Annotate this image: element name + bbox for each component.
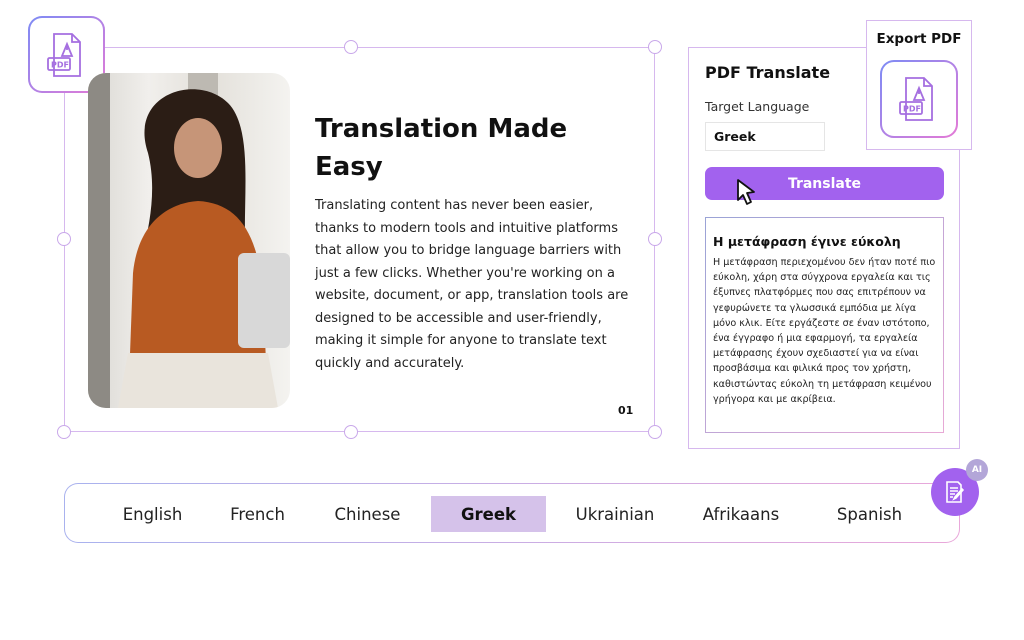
translate-button-label: Translate [787, 175, 862, 192]
slide-title: Translation Made Easy [315, 114, 568, 182]
resize-handle-bottom-right[interactable] [648, 425, 662, 439]
pdf-file-icon: PDF [899, 77, 933, 121]
translation-result-box: Η μετάφραση έγινε εύκολη Η μετάφραση περ… [705, 217, 944, 433]
page-number: 01 [618, 404, 634, 417]
ai-badge: AI [966, 459, 988, 481]
resize-handle-bottom-left[interactable] [57, 425, 71, 439]
export-pdf-card[interactable]: Export PDF PDF [866, 20, 972, 150]
language-option-chinese[interactable]: Chinese [320, 496, 415, 532]
woman-with-laptop-photo [88, 73, 290, 408]
language-option-spanish[interactable]: Spanish [817, 496, 922, 532]
mouse-cursor-icon [737, 179, 755, 205]
language-option-french[interactable]: French [215, 496, 300, 532]
target-language-input[interactable]: Greek [705, 122, 825, 151]
svg-text:PDF: PDF [51, 60, 69, 69]
result-title: Η μετάφραση έγινε εύκολη [713, 234, 901, 249]
target-language-label: Target Language [705, 99, 810, 114]
svg-text:PDF: PDF [903, 105, 921, 114]
language-option-english[interactable]: English [105, 496, 200, 532]
resize-handle-top-right[interactable] [648, 40, 662, 54]
panel-title: PDF Translate [705, 63, 831, 82]
resize-handle-right[interactable] [648, 232, 662, 246]
resize-handle-left[interactable] [57, 232, 71, 246]
slide-body-text: Translating content has never been easie… [315, 198, 629, 371]
export-pdf-label: Export PDF [876, 31, 962, 47]
result-body: Η μετάφραση περιεχομένου δεν ήταν ποτέ π… [713, 257, 936, 405]
language-selector-bar: English French Chinese Greek Ukrainian A… [64, 483, 960, 543]
language-option-afrikaans[interactable]: Afrikaans [687, 496, 795, 532]
resize-handle-top[interactable] [344, 40, 358, 54]
document-edit-icon [946, 481, 965, 503]
language-option-ukrainian[interactable]: Ukrainian [560, 496, 670, 532]
export-pdf-button[interactable]: PDF [880, 60, 958, 138]
resize-handle-bottom[interactable] [344, 425, 358, 439]
language-option-greek[interactable]: Greek [431, 496, 546, 532]
pdf-file-icon: PDF [46, 32, 81, 77]
